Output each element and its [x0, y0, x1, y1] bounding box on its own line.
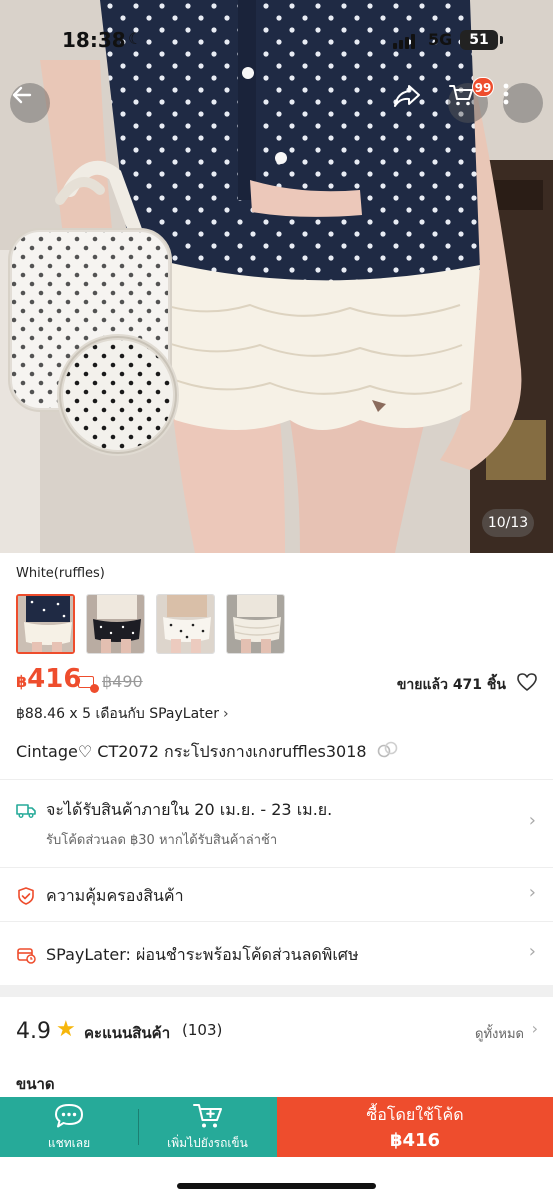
status-time: 18:38 — [62, 28, 126, 52]
chevron-right-icon: › — [528, 941, 536, 962]
shield-icon — [18, 887, 34, 905]
more-options-button[interactable] — [503, 83, 543, 123]
rating-row[interactable]: 4.9 ★ คะแนนสินค้า (103) ดูทั้งหมด › — [16, 1017, 538, 1051]
moon-icon: ☾ — [128, 29, 143, 48]
variant-thumb-cream[interactable] — [226, 594, 285, 654]
back-button[interactable] — [10, 83, 50, 123]
divider — [0, 921, 553, 922]
product-title-text: Cintage♡ CT2072 กระโปรงกางเกงruffles3018 — [16, 742, 367, 761]
heart-icon — [517, 673, 537, 691]
divider — [0, 867, 553, 868]
spaylater-label: SPayLater: ผ่อนชำระพร้อมโค้ดส่วนลดพิเศษ — [46, 945, 359, 964]
selected-variant-name: White(ruffles) — [16, 566, 105, 581]
rating-count: (103) — [182, 1021, 223, 1039]
size-section-label: ขนาด — [16, 1075, 55, 1093]
section-divider — [0, 985, 553, 997]
status-bar: 18:38 ☾ 5G 51 — [0, 26, 553, 56]
rating-score: 4.9 — [16, 1019, 51, 1044]
bottom-bar-separator — [138, 1109, 139, 1145]
delivery-truck-icon — [16, 804, 36, 818]
view-all-link[interactable]: ดูทั้งหมด — [475, 1023, 524, 1044]
variant-thumb-white-dots[interactable] — [156, 594, 215, 654]
chat-label: แชทเลย — [47, 1135, 91, 1150]
add-to-cart-button[interactable]: เพิ่มไปยังรถเข็น — [138, 1097, 277, 1157]
buy-price: ฿416 — [389, 1130, 441, 1151]
sold-count: ขายแล้ว 471 ชิ้น — [396, 677, 506, 693]
battery-tip — [500, 36, 503, 44]
battery-icon: 51 — [460, 30, 498, 50]
variant-image — [157, 595, 214, 653]
chevron-right-icon: › — [528, 882, 536, 903]
image-counter: 10/13 — [482, 509, 534, 537]
product-title: Cintage♡ CT2072 กระโปรงกางเกงruffles3018 — [16, 740, 536, 765]
coupon-icon — [78, 676, 99, 693]
buy-label: ซื้อโดยใช้โค้ด — [366, 1105, 464, 1124]
chevron-right-icon: › — [223, 706, 229, 722]
cart-count-badge: 99 — [472, 77, 494, 97]
variant-image — [18, 596, 73, 652]
variant-thumbnails — [16, 594, 285, 654]
chevron-right-icon: › — [531, 1019, 538, 1038]
variant-thumb-white-ruffles[interactable] — [16, 594, 75, 654]
home-indicator[interactable] — [177, 1183, 376, 1189]
cart-icon — [449, 85, 473, 106]
installment-text: ฿88.46 x 5 เดือนกับ SPayLater — [16, 706, 219, 722]
product-image[interactable]: 18:38 ☾ 5G 51 99 10/13 — [0, 0, 553, 553]
arrow-left-icon — [12, 86, 32, 104]
protection-row[interactable]: ความคุ้มครองสินค้า › — [16, 882, 538, 910]
divider — [0, 779, 553, 780]
current-price: ฿416 — [16, 664, 81, 694]
price-value: 416 — [27, 664, 82, 694]
share-icon — [394, 85, 420, 107]
spaylater-icon — [17, 948, 36, 964]
cart-button[interactable]: 99 — [448, 77, 494, 123]
delivery-info-row[interactable]: จะได้รับสินค้าภายใน 20 เม.ย. - 23 เม.ย. … — [16, 798, 538, 858]
protection-label: ความคุ้มครองสินค้า — [46, 886, 184, 905]
variant-image — [227, 595, 284, 653]
original-price: ฿490 — [102, 672, 143, 691]
cart-plus-icon — [192, 1103, 222, 1127]
chevron-right-icon: › — [528, 810, 536, 831]
buy-now-button[interactable]: ซื้อโดยใช้โค้ด ฿416 — [277, 1097, 553, 1157]
link-rings-icon — [377, 741, 397, 758]
rating-label: คะแนนสินค้า — [84, 1024, 171, 1042]
signal-icon — [393, 34, 415, 49]
chat-bubble-icon — [55, 1103, 83, 1127]
spaylater-row[interactable]: SPayLater: ผ่อนชำระพร้อมโค้ดส่วนลดพิเศษ … — [16, 941, 538, 969]
favorite-button[interactable] — [516, 672, 538, 696]
add-to-cart-label: เพิ่มไปยังรถเข็น — [167, 1135, 248, 1150]
price-row: ฿416 ฿490 ขายแล้ว 471 ชิ้น — [16, 664, 538, 700]
variant-thumb-black-dots[interactable] — [86, 594, 145, 654]
share-button[interactable] — [392, 83, 432, 123]
bottom-action-bar: แชทเลย เพิ่มไปยังรถเข็น ซื้อโดยใช้โค้ด ฿… — [0, 1097, 553, 1157]
price-currency: ฿ — [16, 672, 28, 691]
delivery-late-voucher: รับโค้ดส่วนลด ฿30 หากได้รับสินค้าล่าช้า — [46, 833, 278, 848]
network-label: 5G — [428, 30, 453, 49]
installment-link[interactable]: ฿88.46 x 5 เดือนกับ SPayLater › — [16, 703, 229, 725]
star-icon: ★ — [56, 1017, 76, 1042]
variant-image — [87, 595, 144, 653]
delivery-estimate: จะได้รับสินค้าภายใน 20 เม.ย. - 23 เม.ย. — [46, 800, 333, 819]
more-vertical-icon — [503, 83, 509, 105]
chat-button[interactable]: แชทเลย — [0, 1097, 138, 1157]
